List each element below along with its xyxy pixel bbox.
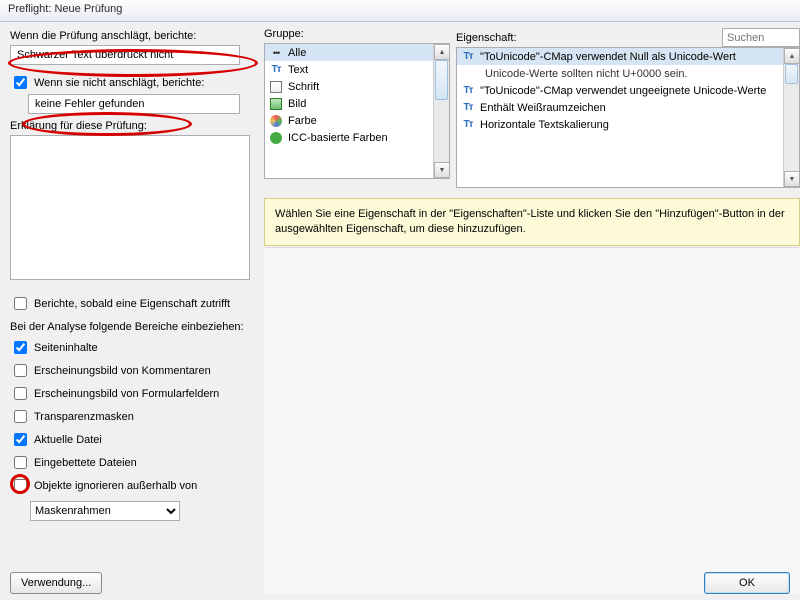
property-item[interactable]: "ToUnicode"-CMap verwendet Null als Unic… (457, 48, 799, 65)
transparenzmasken-checkbox[interactable] (14, 410, 27, 423)
icc-icon (270, 132, 282, 144)
maskenrahmen-select[interactable]: Maskenrahmen (30, 501, 180, 521)
objekte-ignorieren-checkbox[interactable] (14, 479, 27, 492)
when-not-match-checkbox[interactable] (14, 76, 27, 89)
transparenzmasken-label: Transparenzmasken (34, 411, 134, 423)
tt-icon (461, 118, 475, 132)
when-not-match-label: Wenn sie nicht anschlägt, berichte: (34, 77, 204, 89)
formularfelder-label: Erscheinungsbild von Formularfeldern (34, 388, 219, 400)
group-label: Gruppe: (264, 28, 450, 40)
tt-icon (461, 84, 475, 98)
group-item-text[interactable]: Text (265, 61, 449, 78)
all-icon (269, 46, 283, 60)
group-item-bild[interactable]: Bild (265, 95, 449, 112)
font-icon (270, 81, 282, 93)
hint-box: Wählen Sie eine Eigenschaft in der "Eige… (264, 198, 800, 246)
kommentare-label: Erscheinungsbild von Kommentaren (34, 365, 211, 377)
aktuelle-datei-checkbox[interactable] (14, 433, 27, 446)
search-input[interactable] (722, 28, 800, 47)
report-on-nomatch-input[interactable] (28, 94, 240, 114)
group-item-alle[interactable]: Alle (265, 44, 449, 61)
image-icon (270, 98, 282, 110)
tt-icon (461, 101, 475, 115)
group-scrollbar[interactable]: ▲ ▼ (433, 44, 449, 178)
group-item-icc[interactable]: ICC-basierte Farben (265, 129, 449, 146)
seiteninhalte-checkbox[interactable] (14, 341, 27, 354)
scroll-up-icon[interactable]: ▲ (784, 48, 800, 64)
aktuelle-datei-label: Aktuelle Datei (34, 434, 102, 446)
scroll-thumb[interactable] (435, 60, 448, 100)
tt-icon (461, 50, 475, 64)
left-panel: Wenn die Prüfung anschlägt, berichte: We… (0, 22, 260, 600)
ok-button[interactable]: OK (704, 572, 790, 594)
explanation-label: Erklärung für diese Prüfung: (10, 120, 254, 132)
window-titlebar: Preflight: Neue Prüfung (0, 0, 800, 22)
text-icon (269, 63, 283, 77)
objekte-ignorieren-label: Objekte ignorieren außerhalb von (34, 480, 197, 492)
property-item[interactable]: Enthält Weißraumzeichen (457, 99, 799, 116)
property-column: Eigenschaft: "ToUnicode"-CMap verwendet … (456, 28, 800, 188)
formularfelder-checkbox[interactable] (14, 387, 27, 400)
property-item[interactable]: Horizontale Textskalierung (457, 116, 799, 133)
kommentare-checkbox[interactable] (14, 364, 27, 377)
report-immediate-checkbox[interactable] (14, 297, 27, 310)
right-body-empty (264, 247, 800, 594)
scroll-thumb[interactable] (785, 64, 798, 84)
property-listbox[interactable]: "ToUnicode"-CMap verwendet Null als Unic… (456, 47, 800, 188)
verwendung-button[interactable]: Verwendung... (10, 572, 102, 594)
property-scrollbar[interactable]: ▲ ▼ (783, 48, 799, 187)
group-column: Gruppe: Alle Text Schrift Bild Farbe ICC… (264, 28, 450, 188)
scroll-down-icon[interactable]: ▼ (434, 162, 450, 178)
group-listbox[interactable]: Alle Text Schrift Bild Farbe ICC-basiert… (264, 43, 450, 179)
seiteninhalte-label: Seiteninhalte (34, 342, 98, 354)
when-match-label: Wenn die Prüfung anschlägt, berichte: (10, 30, 254, 42)
property-label: Eigenschaft: (456, 32, 517, 44)
property-item[interactable]: "ToUnicode"-CMap verwendet ungeeignete U… (457, 82, 799, 99)
property-item-desc: Unicode-Werte sollten nicht U+0000 sein. (457, 65, 799, 82)
include-areas-label: Bei der Analyse folgende Bereiche einbez… (10, 321, 254, 333)
report-on-match-input[interactable] (10, 45, 240, 65)
right-panel: Gruppe: Alle Text Schrift Bild Farbe ICC… (260, 22, 800, 600)
group-item-schrift[interactable]: Schrift (265, 78, 449, 95)
window-title: Preflight: Neue Prüfung (8, 3, 122, 15)
report-immediate-label: Berichte, sobald eine Eigenschaft zutrif… (34, 298, 230, 310)
group-item-farbe[interactable]: Farbe (265, 112, 449, 129)
eingebettete-checkbox[interactable] (14, 456, 27, 469)
color-icon (270, 115, 282, 127)
hint-text: Wählen Sie eine Eigenschaft in der "Eige… (275, 208, 785, 235)
eingebettete-label: Eingebettete Dateien (34, 457, 137, 469)
explanation-textarea[interactable] (10, 135, 250, 280)
scroll-down-icon[interactable]: ▼ (784, 171, 800, 187)
scroll-up-icon[interactable]: ▲ (434, 44, 450, 60)
